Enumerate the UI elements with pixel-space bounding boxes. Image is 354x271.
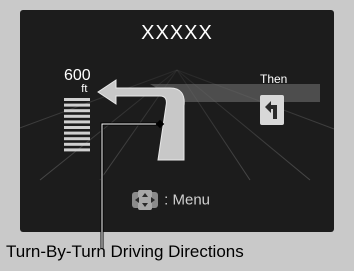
- distance-bar: [64, 142, 90, 146]
- route-arrow: [97, 79, 185, 161]
- turn-left-icon: [265, 101, 277, 119]
- distance-bar: [64, 98, 90, 101]
- dial-icon: [132, 190, 158, 210]
- menu-hint: : Menu: [130, 188, 210, 212]
- distance-bar: [64, 109, 90, 113]
- distance-unit: ft: [81, 83, 88, 95]
- navigation-screen: XXXXX 600 ft Then: Menu: [20, 10, 334, 232]
- distance-bar: [64, 126, 90, 129]
- distance-bar: [64, 114, 90, 118]
- menu-label: : Menu: [164, 191, 211, 209]
- distance-bar: [64, 103, 90, 107]
- distance-bar: [64, 131, 90, 135]
- distance-bar: [64, 120, 90, 124]
- figure-frame: XXXXX 600 ft Then: Menu Turn-By-Turn Dr…: [0, 0, 354, 271]
- distance-bar-gauge: [64, 98, 90, 152]
- figure-caption: Turn-By-Turn Driving Directions: [6, 242, 244, 261]
- distance-bar: [64, 148, 90, 152]
- then-label: Then: [260, 72, 288, 86]
- next-turn-box: [260, 95, 284, 125]
- distance-readout: 600 ft: [64, 68, 91, 95]
- distance-bar: [64, 137, 90, 141]
- distance-value: 600: [64, 67, 91, 84]
